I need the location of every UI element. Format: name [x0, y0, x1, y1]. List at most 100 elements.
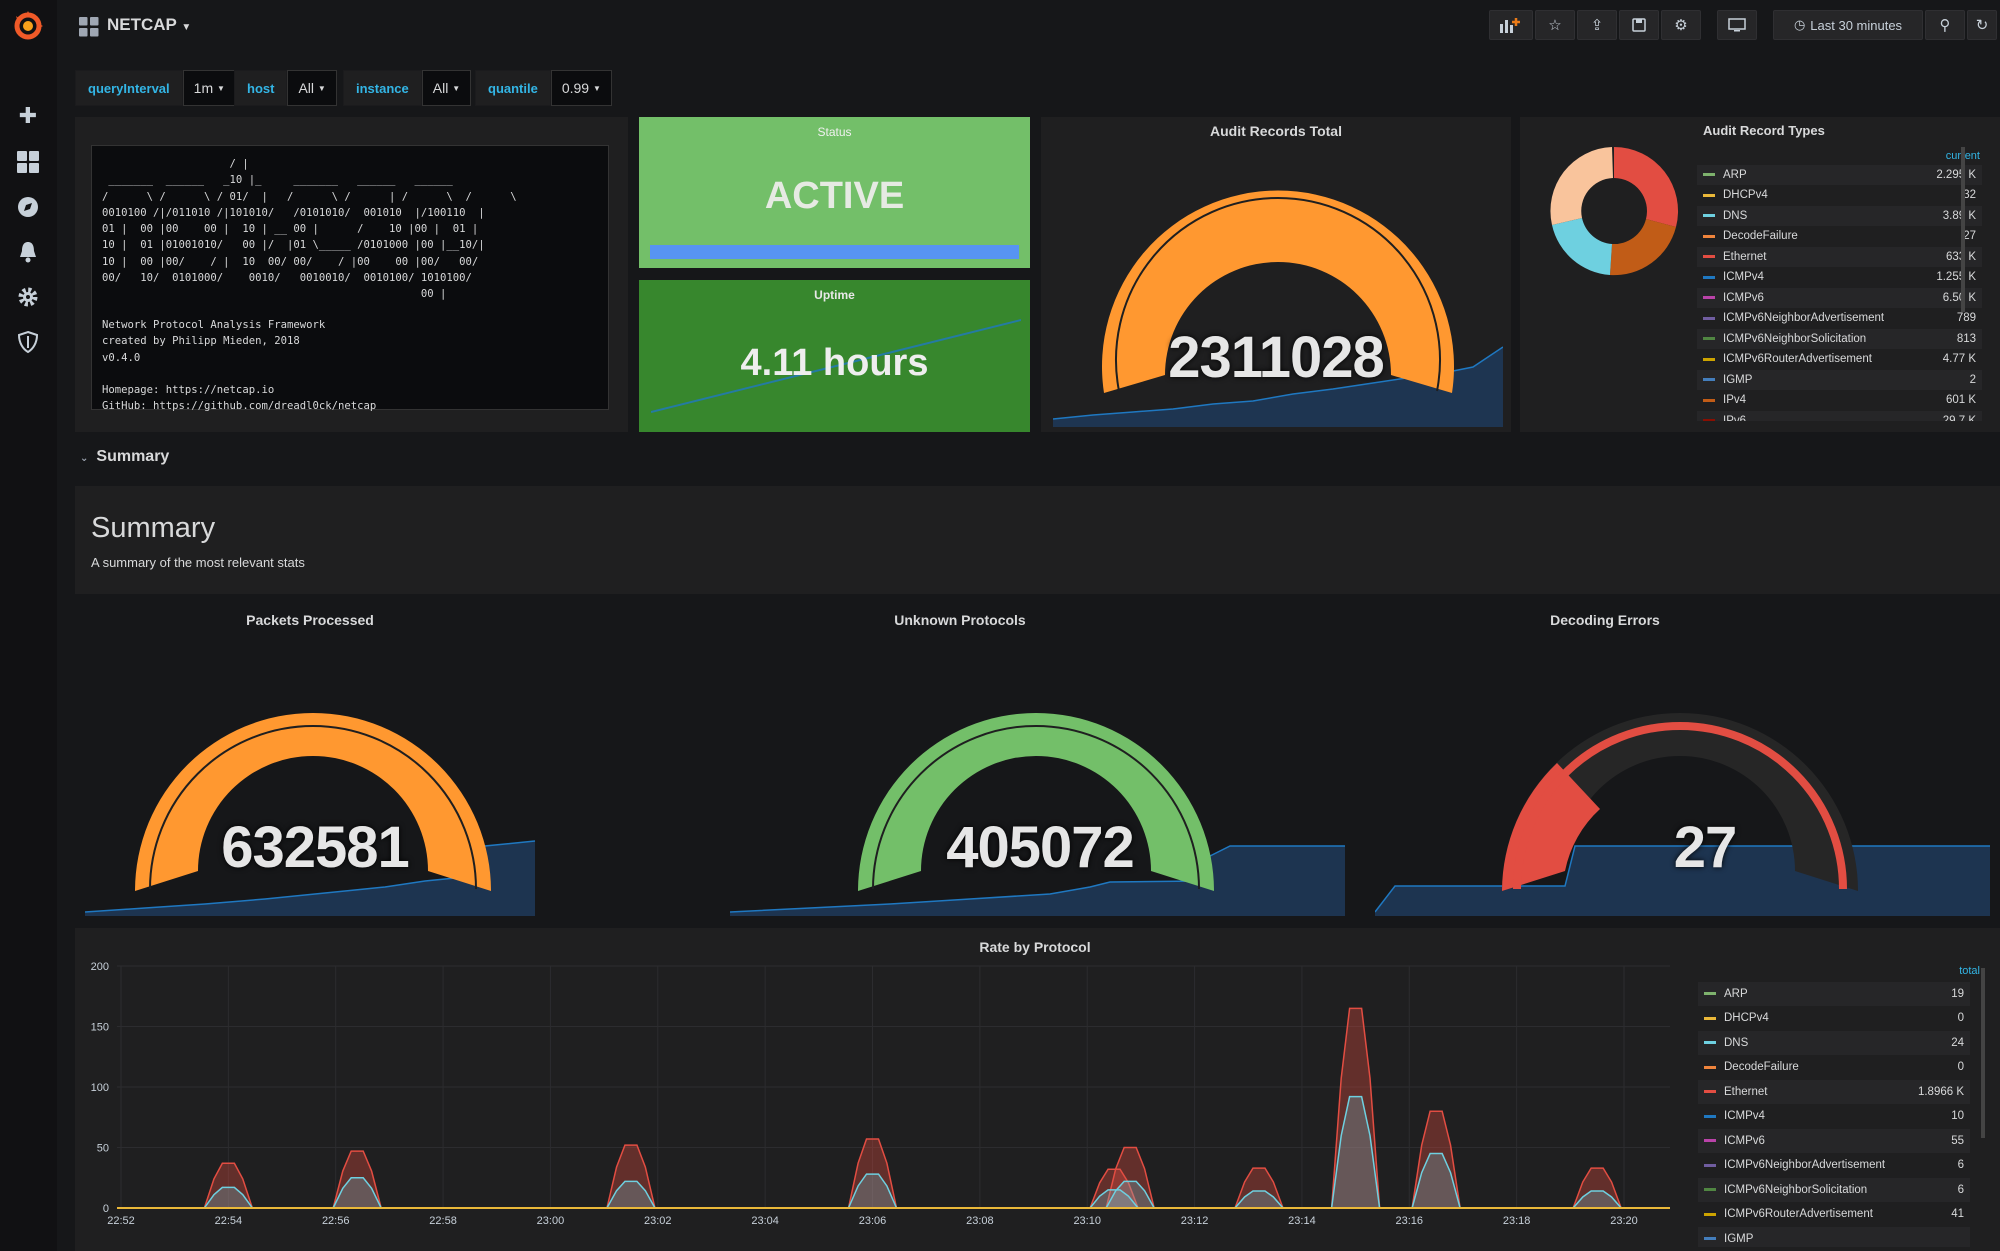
legend-series-name[interactable]: DNS: [1723, 210, 1943, 222]
series-color-swatch[interactable]: [1703, 378, 1715, 382]
legend-series-name[interactable]: ICMPv6NeighborSolicitation: [1724, 1184, 1958, 1196]
legend-series-name[interactable]: ARP: [1723, 169, 1936, 181]
series-color-swatch[interactable]: [1704, 992, 1716, 996]
legend-item[interactable]: ICMPv6NeighborSolicitation 6: [1698, 1178, 1970, 1202]
legend-series-name[interactable]: ICMPv4: [1723, 271, 1936, 283]
dashboard-grid-icon[interactable]: [79, 17, 99, 37]
var-instance[interactable]: instance All ▼: [343, 70, 472, 106]
legend-series-name[interactable]: DHCPv4: [1724, 1012, 1958, 1024]
legend-item[interactable]: ICMPv6NeighborAdvertisement 6: [1698, 1154, 1970, 1178]
zoom-out-button[interactable]: ⚲: [1925, 10, 1965, 40]
row-summary-header[interactable]: ⌄ Summary: [80, 448, 169, 466]
series-color-swatch[interactable]: [1704, 1090, 1716, 1094]
legend-series-name[interactable]: DecodeFailure: [1723, 230, 1963, 242]
series-color-swatch[interactable]: [1704, 1041, 1716, 1045]
legend-item[interactable]: DHCPv4 32: [1697, 186, 1982, 206]
legend-series-name[interactable]: ICMPv6RouterAdvertisement: [1723, 353, 1943, 365]
var-value-dropdown[interactable]: 0.99 ▼: [550, 70, 612, 106]
series-color-swatch[interactable]: [1704, 1188, 1716, 1192]
series-color-swatch[interactable]: [1704, 1016, 1716, 1020]
legend-item[interactable]: DNS 3.89 K: [1697, 206, 1982, 226]
series-color-swatch[interactable]: [1703, 316, 1715, 320]
legend-item[interactable]: Ethernet 1.8966 K: [1698, 1080, 1970, 1104]
homepage-link[interactable]: Homepage: https://netcap.io: [102, 382, 598, 398]
series-color-swatch[interactable]: [1703, 275, 1715, 279]
legend-item[interactable]: ARP 19: [1698, 982, 1970, 1006]
legend-series-name[interactable]: IPv4: [1723, 394, 1946, 406]
legend-series-name[interactable]: IPv6: [1723, 415, 1943, 421]
legend-item[interactable]: IGMP: [1698, 1227, 1970, 1247]
github-link[interactable]: GitHub: https://github.com/dreadl0ck/net…: [102, 398, 598, 414]
legend-series-name[interactable]: IGMP: [1724, 1233, 1964, 1245]
plus-icon[interactable]: ✚: [16, 104, 40, 128]
legend-item[interactable]: ICMPv6RouterAdvertisement 41: [1698, 1203, 1970, 1227]
time-picker-button[interactable]: ◷ Last 30 minutes: [1773, 10, 1923, 40]
legend-item[interactable]: ICMPv4 1.255 K: [1697, 268, 1982, 288]
series-color-swatch[interactable]: [1703, 357, 1715, 361]
legend-item[interactable]: ICMPv6 55: [1698, 1129, 1970, 1153]
legend-series-name[interactable]: ICMPv4: [1724, 1110, 1951, 1122]
settings-button[interactable]: ⚙: [1661, 10, 1701, 40]
legend-item[interactable]: DecodeFailure 27: [1697, 227, 1982, 247]
explore-icon[interactable]: [16, 195, 40, 219]
legend-item[interactable]: IPv6 29.7 K: [1697, 411, 1982, 421]
legend-item[interactable]: ICMPv4 10: [1698, 1105, 1970, 1129]
legend-item[interactable]: IPv4 601 K: [1697, 391, 1982, 411]
series-color-swatch[interactable]: [1704, 1212, 1716, 1216]
legend-series-name[interactable]: DecodeFailure: [1724, 1061, 1958, 1073]
share-button[interactable]: ⇪: [1577, 10, 1617, 40]
series-color-swatch[interactable]: [1703, 296, 1715, 300]
star-button[interactable]: ☆: [1535, 10, 1575, 40]
series-color-swatch[interactable]: [1704, 1163, 1716, 1167]
legend-item[interactable]: ARP 2.295 K: [1697, 165, 1982, 185]
refresh-button[interactable]: ↻: [1967, 10, 1997, 40]
legend-series-name[interactable]: ICMPv6RouterAdvertisement: [1724, 1208, 1951, 1220]
var-value-dropdown[interactable]: All ▼: [287, 70, 337, 106]
legend-item[interactable]: DNS 24: [1698, 1031, 1970, 1055]
legend-series-name[interactable]: Ethernet: [1723, 251, 1946, 263]
series-color-swatch[interactable]: [1703, 234, 1715, 238]
add-panel-button[interactable]: [1489, 10, 1533, 40]
legend-series-name[interactable]: ICMPv6: [1723, 292, 1943, 304]
legend-series-name[interactable]: DHCPv4: [1723, 189, 1963, 201]
legend-series-name[interactable]: DNS: [1724, 1037, 1951, 1049]
dashboard-title[interactable]: NETCAP ▼: [107, 15, 191, 35]
dashboards-icon[interactable]: [16, 150, 40, 174]
series-color-swatch[interactable]: [1703, 419, 1715, 421]
series-color-swatch[interactable]: [1703, 398, 1715, 402]
legend-item[interactable]: Ethernet 633 K: [1697, 247, 1982, 267]
legend-scrollbar[interactable]: [1981, 968, 1985, 1138]
legend-item[interactable]: IGMP 2: [1697, 370, 1982, 390]
grafana-logo-icon[interactable]: [10, 8, 46, 44]
tv-mode-button[interactable]: [1717, 10, 1757, 40]
legend-column-header[interactable]: current: [1890, 150, 1980, 162]
series-color-swatch[interactable]: [1704, 1139, 1716, 1143]
series-color-swatch[interactable]: [1703, 255, 1715, 259]
var-host[interactable]: host All ▼: [234, 70, 337, 106]
legend-item[interactable]: DHCPv4 0: [1698, 1007, 1970, 1031]
legend-item[interactable]: ICMPv6RouterAdvertisement 4.77 K: [1697, 350, 1982, 370]
legend-column-header[interactable]: total: [1920, 965, 1980, 977]
legend-series-name[interactable]: ICMPv6NeighborAdvertisement: [1724, 1159, 1958, 1171]
legend-series-name[interactable]: IGMP: [1723, 374, 1970, 386]
series-color-swatch[interactable]: [1703, 337, 1715, 341]
legend-series-name[interactable]: ICMPv6: [1724, 1135, 1951, 1147]
bell-icon[interactable]: [16, 240, 40, 264]
legend-item[interactable]: DecodeFailure 0: [1698, 1056, 1970, 1080]
series-color-swatch[interactable]: [1704, 1065, 1716, 1069]
series-color-swatch[interactable]: [1703, 214, 1715, 218]
legend-item[interactable]: ICMPv6NeighborSolicitation 813: [1697, 329, 1982, 349]
var-quantile[interactable]: quantile 0.99 ▼: [475, 70, 612, 106]
series-color-swatch[interactable]: [1704, 1114, 1716, 1118]
legend-scrollbar[interactable]: [1961, 147, 1965, 312]
shield-icon[interactable]: [16, 330, 40, 354]
legend-item[interactable]: ICMPv6NeighborAdvertisement 789: [1697, 309, 1982, 329]
var-queryinterval[interactable]: queryInterval 1m ▼: [75, 70, 236, 106]
legend-series-name[interactable]: ARP: [1724, 988, 1951, 1000]
legend-item[interactable]: ICMPv6 6.50 K: [1697, 288, 1982, 308]
var-value-dropdown[interactable]: 1m ▼: [182, 70, 236, 106]
legend-series-name[interactable]: Ethernet: [1724, 1086, 1918, 1098]
legend-series-name[interactable]: ICMPv6NeighborAdvertisement: [1723, 312, 1957, 324]
legend-series-name[interactable]: ICMPv6NeighborSolicitation: [1723, 333, 1957, 345]
series-color-swatch[interactable]: [1703, 193, 1715, 197]
